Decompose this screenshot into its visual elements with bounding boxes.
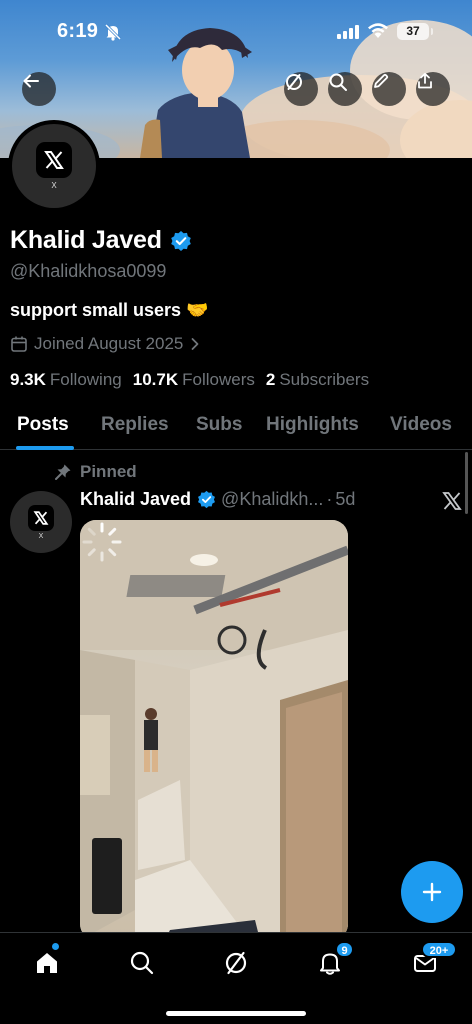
subscribers-count[interactable]: 2 [266,370,275,390]
search-icon [329,73,347,91]
nav-home[interactable] [31,947,63,979]
wifi-icon [368,23,388,38]
post-author-handle[interactable]: @Khalidkh... [221,489,323,510]
edit-button[interactable] [372,72,406,106]
search-icon [130,951,154,975]
tab-posts[interactable]: Posts [17,414,69,436]
grok-icon [286,74,302,90]
share-icon [418,72,432,89]
x-logo-icon [28,504,54,531]
video-thumbnail [80,520,348,940]
post-avatar-label: X [38,532,44,540]
tab-highlights[interactable]: Highlights [266,414,359,436]
avatar-label: X [51,181,57,190]
pin-icon [55,464,71,480]
pinned-label: Pinned [80,462,137,481]
chevron-right-icon [191,338,199,350]
x-logo-icon [36,142,72,178]
joined-date-row[interactable]: Joined August 2025 [10,334,200,354]
back-button[interactable] [22,72,56,106]
grok-button[interactable] [284,72,318,106]
notifications-badge: 9 [335,941,354,958]
bell-off-icon [104,23,122,41]
home-indicator [166,1011,306,1016]
post-video[interactable] [80,520,348,940]
scrollbar[interactable] [465,452,468,514]
calendar-icon [11,336,27,352]
plus-icon [422,882,442,902]
post-author-avatar[interactable]: X [10,491,72,553]
home-unread-dot [52,943,59,950]
edit-icon [374,73,389,88]
search-button[interactable] [328,72,362,106]
cellular-signal-icon [337,25,359,39]
tab-videos[interactable]: Videos [390,414,452,436]
verified-badge-icon [198,490,216,509]
profile-handle: @Khalidkhosa0099 [10,261,167,281]
followers-label[interactable]: Followers [182,370,255,390]
verified-badge-icon[interactable] [170,230,192,252]
post-author-name[interactable]: Khalid Javed [80,489,191,510]
bottom-navigation: 9 20+ [0,932,472,1024]
active-tab-indicator [16,446,74,450]
messages-badge: 20+ [421,941,457,958]
status-bar: 6:19 37 [0,0,472,62]
profile-avatar[interactable]: X [8,120,100,212]
profile-tabs: Posts Replies Subs Highlights Videos [0,402,472,450]
following-label[interactable]: Following [50,370,122,390]
grok-icon[interactable] [441,490,463,512]
grok-icon [225,951,247,975]
home-icon [37,953,57,973]
post-timestamp[interactable]: 5d [335,489,355,510]
nav-search[interactable] [126,947,158,979]
nav-grok[interactable] [220,947,252,979]
battery-indicator: 37 [397,23,433,40]
profile-name-row: Khalid Javed [10,226,192,255]
post-separator: · [326,489,333,509]
profile-stats: 9.3K Following 10.7K Followers 2 Subscri… [10,370,380,390]
post-header: Khalid Javed @Khalidkh... · 5d [80,489,355,510]
followers-count[interactable]: 10.7K [133,370,178,390]
pinned-indicator: Pinned [54,462,137,482]
tab-subs[interactable]: Subs [196,414,242,436]
profile-bio: support small users 🤝 [10,300,209,320]
joined-date-text: Joined August 2025 [34,334,184,353]
subscribers-label[interactable]: Subscribers [279,370,369,390]
status-time: 6:19 [57,20,99,42]
arrow-left-icon [23,74,39,88]
loading-spinner-icon [82,522,122,562]
compose-post-button[interactable] [401,861,463,923]
avatar-image: X [12,124,96,208]
tab-replies[interactable]: Replies [101,414,169,436]
share-button[interactable] [416,72,450,106]
profile-name: Khalid Javed [10,226,162,254]
following-count[interactable]: 9.3K [10,370,46,390]
